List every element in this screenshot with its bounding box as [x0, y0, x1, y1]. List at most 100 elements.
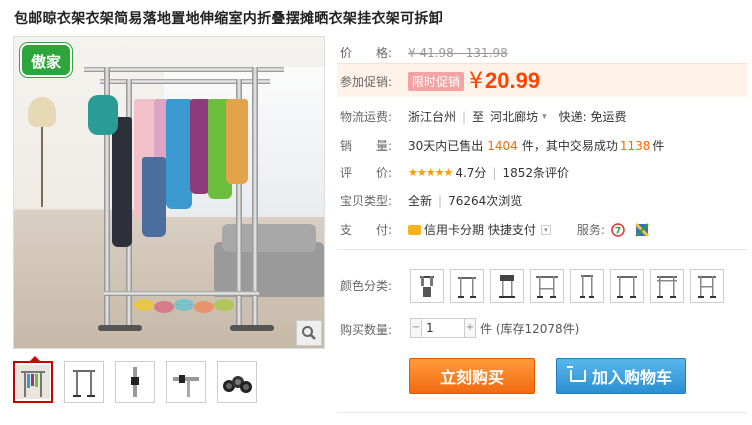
- main-product-image[interactable]: 傲家: [13, 36, 325, 349]
- thumbnail-3[interactable]: [115, 361, 155, 403]
- garment: [190, 99, 210, 194]
- shipping-delivery: 快递: 免运费: [558, 110, 627, 124]
- item-condition: 全新: [408, 194, 433, 208]
- variant-swatch-6[interactable]: [610, 269, 644, 303]
- rack-variant-icon: [580, 275, 594, 298]
- shipping-row: 物流运费: 浙江台州 | 至 河北廊坊 ▾ 快递: 免运费: [340, 108, 626, 125]
- quantity-stock: 件 (库存12078件): [480, 321, 580, 336]
- thumbnail-2[interactable]: [64, 361, 104, 403]
- add-to-cart-label: 加入购物车: [591, 368, 672, 387]
- variant-swatch-4[interactable]: [530, 269, 564, 303]
- shoe: [174, 299, 194, 311]
- shoe: [194, 301, 214, 313]
- brand-logo: 傲家: [20, 43, 72, 77]
- variant-swatch-3[interactable]: [490, 269, 524, 303]
- magnifier-icon: [302, 326, 316, 340]
- rating-separator: |: [492, 165, 497, 180]
- rack-thumb-icon: [73, 370, 95, 397]
- shipping-destination-selector[interactable]: 河北廊坊: [490, 108, 538, 125]
- thumbnail-4[interactable]: [166, 361, 206, 403]
- buy-now-button[interactable]: 立刻购买: [409, 358, 535, 394]
- item-views: 76264次浏览: [448, 194, 523, 208]
- rack-variant-icon: [617, 276, 637, 298]
- handbag: [88, 95, 118, 135]
- variant-swatch-8[interactable]: [690, 269, 724, 303]
- garment: [166, 99, 192, 209]
- guarantee-icon[interactable]: [634, 222, 649, 237]
- thumbnail-selected-arrow: [29, 356, 41, 362]
- bottom-divider: [337, 412, 747, 413]
- item-type-separator: |: [438, 193, 443, 208]
- zoom-button[interactable]: [296, 320, 322, 346]
- rack-foot-right: [230, 325, 274, 331]
- sales-success-count: 1138: [619, 138, 651, 153]
- tube-ends-icon: [223, 376, 252, 393]
- rating-stars-icon: ★★★★★: [408, 166, 453, 179]
- seven-day-return-icon[interactable]: 7: [611, 222, 625, 237]
- quantity-stepper: − 1 + 件 (库存12078件): [410, 318, 579, 338]
- rack-foot-left: [98, 325, 142, 331]
- svg-text:7: 7: [615, 226, 621, 236]
- variant-label: 颜色分类:: [340, 279, 393, 293]
- service-label: 服务:: [576, 223, 605, 237]
- thumbnail-strip: [13, 356, 257, 403]
- quantity-decrement-button[interactable]: −: [410, 318, 422, 338]
- variant-row: 颜色分类:: [340, 277, 408, 294]
- buy-now-label: 立刻购买: [439, 368, 504, 387]
- thumbnail-1[interactable]: [13, 356, 53, 403]
- promo-tag: 限时促销: [408, 71, 465, 91]
- payment-dropdown-icon[interactable]: ▾: [540, 224, 551, 235]
- rack-variant-icon: [499, 275, 515, 298]
- credit-card-icon: [408, 224, 421, 235]
- sales-label: 销 量:: [340, 139, 393, 153]
- sales-text-a: 30天内已售出: [408, 139, 484, 153]
- shoe: [134, 299, 154, 311]
- quantity-input[interactable]: 1: [422, 318, 464, 338]
- cart-icon: [566, 366, 586, 382]
- shoe: [154, 301, 174, 313]
- sales-text-b: 件，其中交易成功: [521, 139, 618, 153]
- rack-variant-icon: [698, 276, 716, 298]
- quantity-increment-button[interactable]: +: [464, 318, 476, 338]
- shipping-from: 浙江台州: [408, 110, 457, 124]
- variant-swatch-list: [410, 269, 724, 303]
- payment-methods: 信用卡分期 快捷支付: [424, 223, 536, 237]
- chevron-down-icon[interactable]: ▾: [542, 112, 547, 122]
- promo-label: 参加促销:: [340, 74, 393, 89]
- thumbnail-5[interactable]: [217, 361, 257, 403]
- sales-row: 销 量: 30天内已售出 1404 件，其中交易成功 1138 件: [340, 137, 664, 154]
- sales-text-c: 件: [652, 139, 665, 153]
- promo-row: 参加促销: 限时促销 ¥ 20.99: [340, 68, 540, 94]
- sales-sold-count: 1404: [487, 138, 518, 153]
- pole-joint-icon: [131, 367, 139, 397]
- variant-swatch-2[interactable]: [450, 269, 484, 303]
- variant-swatch-1[interactable]: [410, 269, 444, 303]
- pole-clamp-icon: [173, 375, 199, 397]
- rack-variant-icon: [420, 276, 434, 297]
- shipping-separator: |: [462, 109, 467, 124]
- shipping-label: 物流运费:: [340, 110, 393, 124]
- shoe: [214, 299, 234, 311]
- background-sofa: [214, 224, 324, 297]
- item-type-label: 宝贝类型:: [340, 194, 393, 208]
- variant-swatch-5[interactable]: [570, 269, 604, 303]
- rating-label: 评 价:: [340, 166, 393, 180]
- original-price: ¥ 41.98 - 131.98: [408, 45, 508, 60]
- rating-score: 4.7分: [455, 166, 487, 180]
- promo-price: 20.99: [485, 68, 541, 93]
- price-label: 价 格:: [340, 46, 393, 60]
- rack-shoe-bar: [104, 291, 259, 296]
- quantity-label: 购买数量:: [340, 323, 393, 337]
- shipping-to-prefix: 至: [472, 110, 485, 124]
- promo-currency: ¥: [469, 68, 484, 94]
- quantity-row: 购买数量:: [340, 321, 408, 338]
- item-type-row: 宝贝类型: 全新 | 76264次浏览: [340, 192, 522, 209]
- rating-reviews-link[interactable]: 1852条评价: [502, 164, 569, 181]
- garment: [226, 99, 248, 184]
- garment: [142, 157, 166, 237]
- add-to-cart-button[interactable]: 加入购物车: [556, 358, 686, 394]
- variant-swatch-7[interactable]: [650, 269, 684, 303]
- payment-label: 支 付:: [340, 223, 393, 237]
- section-divider: [337, 249, 747, 250]
- rack-variant-icon: [536, 276, 558, 298]
